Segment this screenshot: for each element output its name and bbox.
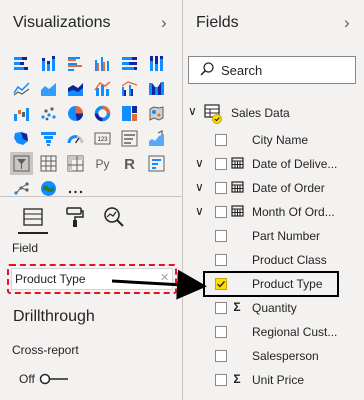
svg-text:123: 123	[97, 137, 108, 143]
100-stacked-bar-chart-icon[interactable]	[118, 52, 141, 75]
map-icon[interactable]	[145, 102, 168, 125]
line-chart-icon[interactable]	[10, 77, 33, 100]
visualizations-title: Visualizations	[13, 14, 111, 31]
checkbox[interactable]	[215, 326, 227, 338]
field-name: Quantity	[252, 301, 297, 315]
stacked-area-chart-icon[interactable]	[64, 77, 87, 100]
key-influencers-icon[interactable]	[145, 152, 168, 175]
checkbox[interactable]	[215, 254, 227, 266]
table-name: Sales Data	[231, 106, 290, 120]
remove-field-icon[interactable]: ✕	[160, 271, 169, 284]
r-script-visual-icon[interactable]: R	[118, 152, 141, 175]
product-type-highlight-box	[203, 271, 339, 297]
drillthrough-title: Drillthrough	[13, 308, 95, 325]
area-chart-icon[interactable]	[37, 77, 60, 100]
field-name: Part Number	[252, 229, 321, 243]
calendar-icon	[230, 156, 244, 170]
field-row[interactable]: Σ Unit Price	[183, 370, 363, 394]
field-name: Regional Cust...	[252, 325, 338, 339]
ribbon-chart-icon[interactable]	[145, 77, 168, 100]
checkbox[interactable]	[215, 374, 227, 386]
checkbox[interactable]	[215, 134, 227, 146]
svg-text:R: R	[124, 156, 135, 172]
checkbox[interactable]	[215, 182, 227, 194]
field-name: City Name	[252, 133, 309, 147]
expand-chevron-icon[interactable]: ∨	[195, 180, 204, 194]
field-name: Product Class	[252, 253, 327, 267]
line-and-column-chart-icon[interactable]	[91, 77, 114, 100]
clustered-column-chart-icon[interactable]	[91, 52, 114, 75]
visual-gallery: 123 Py R	[10, 52, 168, 200]
fields-tab-icon[interactable]	[19, 204, 47, 230]
field-row[interactable]: Salesperson	[183, 346, 363, 370]
table-expand-chevron-icon[interactable]: ∨	[188, 104, 197, 118]
cross-report-toggle-label: Off	[19, 372, 35, 386]
analytics-magnifier-icon[interactable]	[100, 204, 128, 230]
donut-chart-icon[interactable]	[91, 102, 114, 125]
field-row[interactable]: ∨ Date of Delive...	[183, 154, 363, 178]
field-well-value: Product Type	[15, 272, 86, 286]
stacked-bar-chart-icon[interactable]	[10, 52, 33, 75]
card-icon[interactable]: 123	[91, 127, 114, 150]
cross-report-label: Cross-report	[12, 343, 79, 357]
gauge-icon[interactable]	[64, 127, 87, 150]
search-placeholder: Search	[221, 63, 263, 78]
divider	[0, 196, 182, 197]
stacked-column-chart-icon[interactable]	[37, 52, 60, 75]
field-well-label: Field	[12, 241, 39, 255]
filled-map-icon[interactable]	[10, 127, 33, 150]
python-visual-icon[interactable]: Py	[91, 152, 114, 175]
pie-chart-icon[interactable]	[64, 102, 87, 125]
field-row[interactable]: Part Number	[183, 226, 363, 250]
search-icon	[200, 62, 214, 76]
matrix-icon[interactable]	[64, 152, 87, 175]
collapse-fields-icon[interactable]: ›	[344, 13, 350, 33]
visualizations-pane: Visualizations › 123 Py R Field Product Ty…	[0, 0, 182, 400]
funnel-icon[interactable]	[37, 127, 60, 150]
line-and-clustered-column-chart-icon[interactable]	[118, 77, 141, 100]
expand-chevron-icon[interactable]: ∨	[195, 204, 204, 218]
calendar-icon	[230, 204, 244, 218]
sigma-icon: Σ	[233, 300, 241, 314]
100-stacked-column-chart-icon[interactable]	[145, 52, 168, 75]
checkbox[interactable]	[215, 302, 227, 314]
checkbox[interactable]	[215, 158, 227, 170]
format-paint-roller-icon[interactable]	[61, 204, 89, 230]
active-tab-indicator	[18, 232, 48, 234]
field-row[interactable]: Σ Quantity	[183, 298, 363, 322]
collapse-visualizations-icon[interactable]: ›	[161, 13, 167, 33]
field-row[interactable]: ∨ Month Of Ord...	[183, 202, 363, 226]
field-name: Month Of Ord...	[252, 205, 335, 219]
field-name: Unit Price	[252, 373, 305, 387]
checkbox[interactable]	[215, 230, 227, 242]
scatter-chart-icon[interactable]	[37, 102, 60, 125]
clustered-bar-chart-icon[interactable]	[64, 52, 87, 75]
waterfall-chart-icon[interactable]	[10, 102, 33, 125]
field-row[interactable]: City Name	[183, 130, 363, 154]
kpi-icon[interactable]	[145, 127, 168, 150]
expand-chevron-icon[interactable]: ∨	[195, 156, 204, 170]
field-row[interactable]: Regional Cust...	[183, 322, 363, 346]
svg-text:Py: Py	[95, 157, 109, 171]
calendar-icon	[230, 180, 244, 194]
field-name: Salesperson	[252, 349, 319, 363]
field-name: Date of Order	[252, 181, 325, 195]
fields-title: Fields	[196, 14, 239, 31]
sigma-icon: Σ	[233, 372, 241, 386]
checkbox[interactable]	[215, 350, 227, 362]
table-icon[interactable]	[37, 152, 60, 175]
field-name: Date of Delive...	[252, 157, 338, 171]
slicer-icon[interactable]	[10, 152, 33, 175]
treemap-icon[interactable]	[118, 102, 141, 125]
field-row[interactable]: ∨ Date of Order	[183, 178, 363, 202]
multi-row-card-icon[interactable]	[118, 127, 141, 150]
checkbox[interactable]	[215, 206, 227, 218]
table-icon	[204, 104, 222, 124]
cross-report-toggle[interactable]	[39, 373, 69, 385]
